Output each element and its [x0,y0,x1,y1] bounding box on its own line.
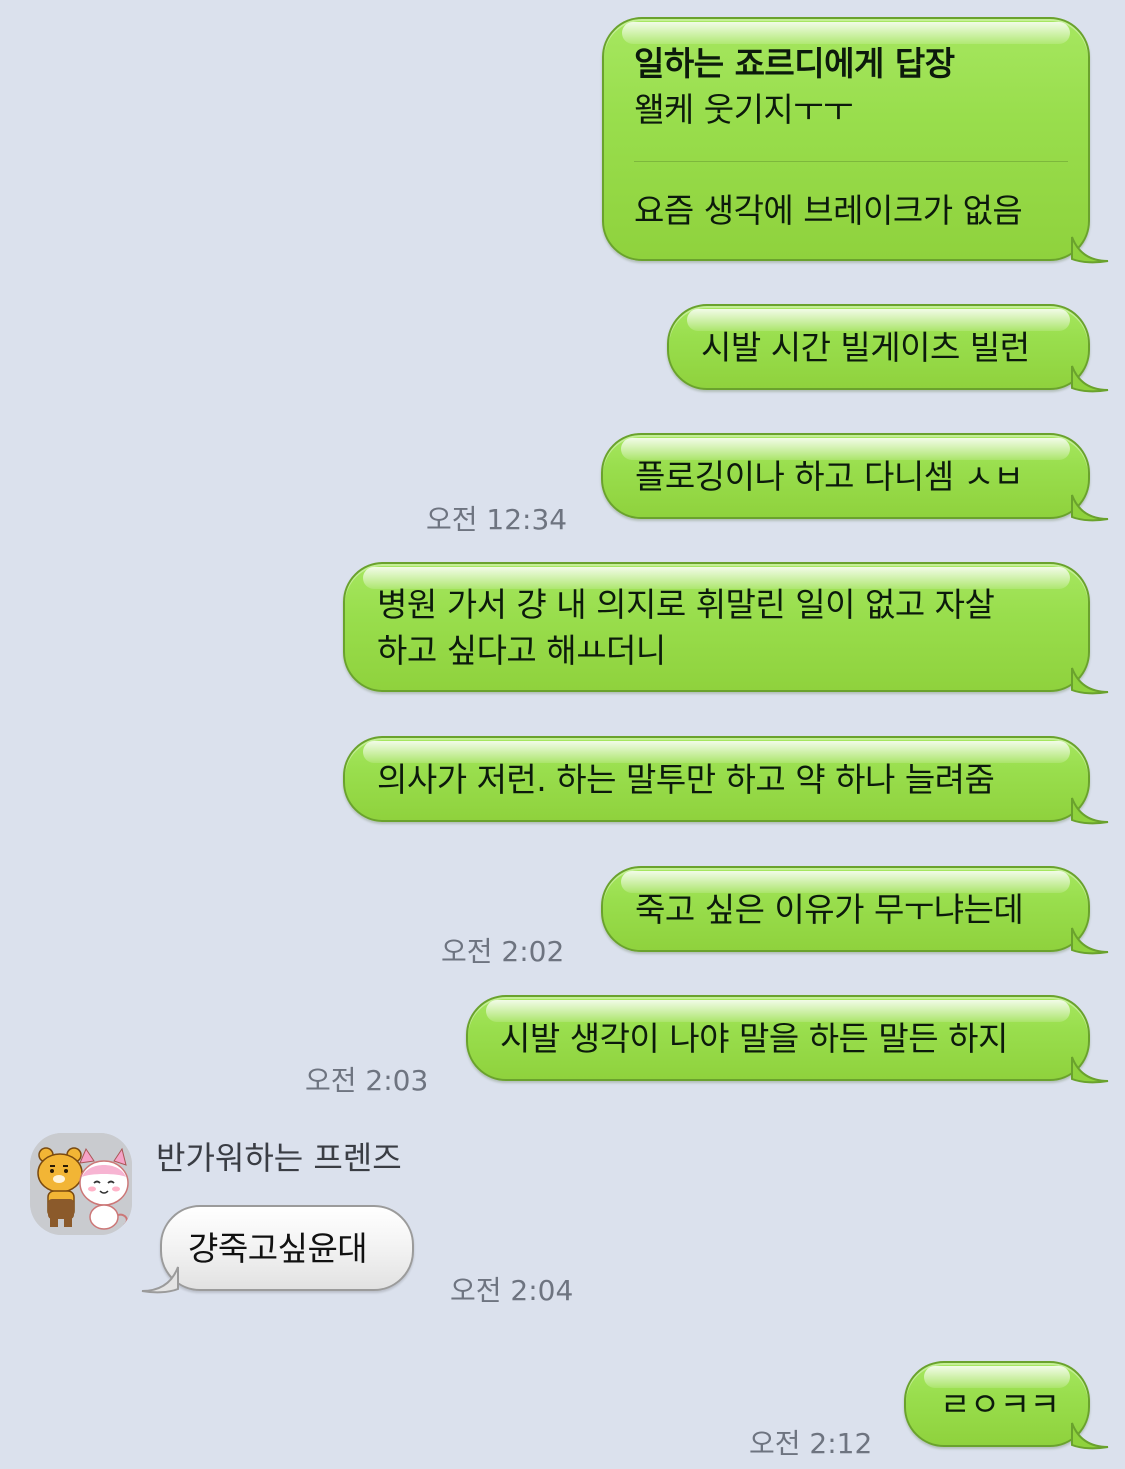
message-bubble[interactable]: 플로깅이나 하고 다니셈 ㅅㅂ [601,433,1109,522]
message-bubble-reply[interactable]: 일하는 죠르디에게 답장 왤케 웃기지ㅜㅜ 요즘 생각에 브레이크가 없음 [602,17,1109,264]
bubble-tail [1071,494,1109,522]
message-timestamp: 오전 2:04 [450,1274,574,1307]
bubble-tail [1071,1056,1109,1084]
bubble-tail [1071,236,1109,264]
bubble-tail [1071,797,1109,825]
message-bubble[interactable]: 시발 생각이 나야 말을 하든 말든 하지 [466,995,1109,1084]
reply-divider [634,161,1068,162]
message-text: ㄹㅇㅋㅋ [940,1385,1060,1424]
message-text: 시발 생각이 나야 말을 하든 말든 하지 [500,1019,1008,1058]
bubble-tail [1071,365,1109,393]
reply-quote: 왤케 웃기지ㅜㅜ [634,90,854,129]
message-timestamp: 오전 12:34 [426,503,568,536]
bubble-tail [1071,927,1109,955]
bubble-tail [1071,1422,1109,1450]
message-text: 의사가 저런. 하는 말투만 하고 약 하나 늘려줌 [377,760,995,799]
message-bubble[interactable]: 병원 가서 걍 내 의지로 휘말린 일이 없고 자살 하고 싶다고 해ㅛ더니 [343,562,1109,695]
sender-name: 반가워하는 프렌즈 [156,1139,402,1177]
message-timestamp: 오전 2:03 [305,1064,429,1097]
message-timestamp: 오전 2:02 [441,935,565,968]
message-bubble[interactable]: 시발 시간 빌게이츠 빌런 [667,304,1109,393]
message-bubble-friend[interactable]: 걍죽고싶윤대 [141,1205,414,1294]
friend-avatar[interactable] [30,1133,132,1235]
message-text: 죽고 싶은 이유가 무ㅜ냐는데 [635,890,1024,929]
message-text: 시발 시간 빌게이츠 빌런 [701,328,1030,367]
reply-header: 일하는 죠르디에게 답장 [634,44,955,83]
message-text: 요즘 생각에 브레이크가 없음 [634,191,1023,230]
message-text: 플로깅이나 하고 다니셈 ㅅㅂ [635,457,1024,496]
bubble-tail [141,1266,179,1294]
message-text-line: 하고 싶다고 해ㅛ더니 [377,631,666,670]
message-text: 걍죽고싶윤대 [188,1229,368,1268]
message-bubble[interactable]: ㄹㅇㅋㅋ [904,1361,1109,1450]
message-timestamp: 오전 2:12 [749,1427,873,1460]
ryan-and-apeach-avatar [30,1133,132,1235]
message-bubble[interactable]: 의사가 저런. 하는 말투만 하고 약 하나 늘려줌 [343,736,1109,825]
bubble-tail [1071,667,1109,695]
message-bubble[interactable]: 죽고 싶은 이유가 무ㅜ냐는데 [601,866,1109,955]
message-text-line: 병원 가서 걍 내 의지로 휘말린 일이 없고 자살 [377,585,995,624]
